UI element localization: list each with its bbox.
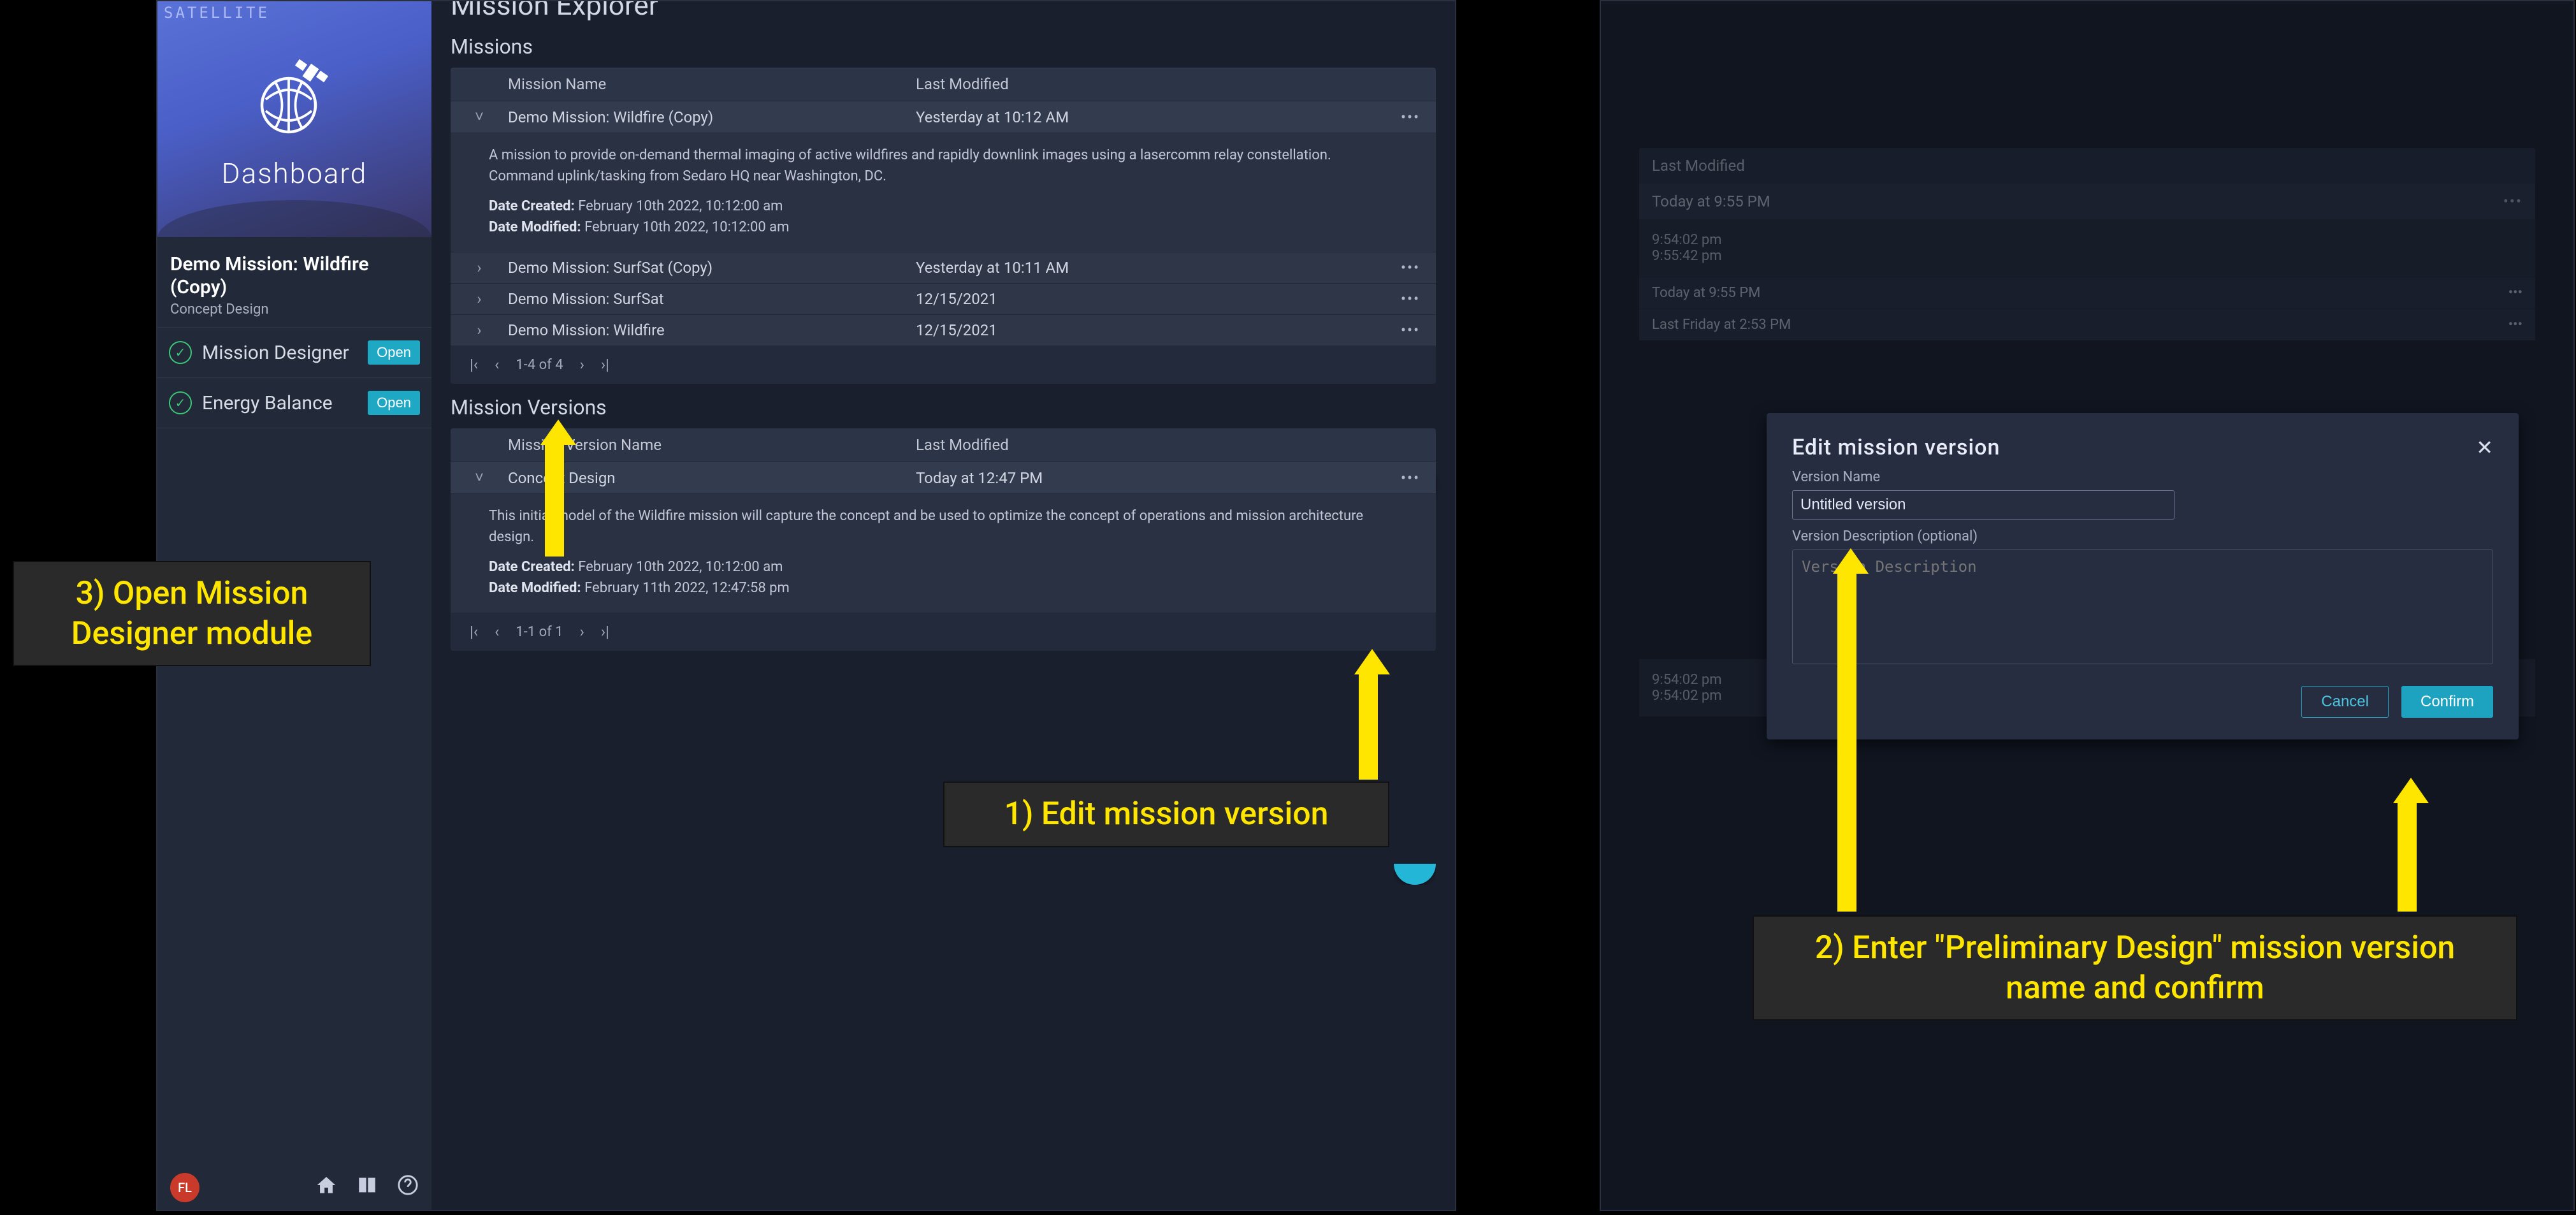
page-title: Mission Explorer xyxy=(451,1,1436,22)
module-label: Mission Designer xyxy=(202,342,358,363)
annotation-1: 1) Edit mission version xyxy=(943,782,1389,847)
module-mission-designer: ✓ Mission Designer Open xyxy=(157,328,431,378)
open-mission-designer-button[interactable]: Open xyxy=(368,340,420,365)
pager-prev-icon[interactable]: ‹ xyxy=(495,356,499,374)
table-row[interactable]: ˅ Concept Design Today at 12:47 PM ••• xyxy=(451,462,1436,493)
collapse-icon[interactable]: ˅ xyxy=(451,108,508,126)
missions-pager: |‹ ‹ 1-4 of 4 › ›| xyxy=(451,346,1436,384)
arrow-icon xyxy=(2393,778,2421,912)
expand-icon[interactable]: › xyxy=(451,259,508,277)
pager-range: 1-1 of 1 xyxy=(516,624,563,640)
edit-version-window: Last Modified Today at 9:55 PM ••• 9:54:… xyxy=(1600,0,2575,1211)
expand-icon[interactable]: › xyxy=(451,290,508,308)
arrow-icon xyxy=(540,419,568,557)
pager-range: 1-4 of 4 xyxy=(516,357,563,373)
versions-table: Mission Version Name Last Modified ˅ Con… xyxy=(451,428,1436,651)
missions-section-title: Missions xyxy=(451,34,1436,59)
confirm-button[interactable]: Confirm xyxy=(2401,686,2493,718)
version-desc-label: Version Description (optional) xyxy=(1792,528,2493,544)
module-energy-balance: ✓ Energy Balance Open xyxy=(157,378,431,428)
globe-satellite-icon xyxy=(243,48,345,150)
pager-next-icon[interactable]: › xyxy=(580,623,584,641)
book-icon[interactable] xyxy=(356,1174,378,1201)
col-mission-name: Mission Name xyxy=(508,75,916,93)
close-icon[interactable]: ✕ xyxy=(2476,435,2493,460)
missions-table: Mission Name Last Modified ˅ Demo Missio… xyxy=(451,68,1436,384)
versions-pager: |‹ ‹ 1-1 of 1 › ›| xyxy=(451,613,1436,651)
table-row[interactable]: ˅ Demo Mission: Wildfire (Copy) Yesterda… xyxy=(451,101,1436,133)
version-desc-input[interactable] xyxy=(1792,549,2493,664)
module-label: Energy Balance xyxy=(202,393,358,414)
pager-first-icon[interactable]: |‹ xyxy=(470,356,478,374)
main-content: Mission Explorer Missions Mission Name L… xyxy=(431,1,1455,1210)
open-energy-balance-button[interactable]: Open xyxy=(368,391,420,415)
current-mission-name: Demo Mission: Wildfire (Copy) xyxy=(170,253,419,299)
table-row[interactable]: › Demo Mission: Wildfire 12/15/2021 ••• xyxy=(451,314,1436,346)
home-icon[interactable] xyxy=(315,1174,337,1201)
dashboard-title: Dashboard xyxy=(222,157,367,190)
pager-prev-icon[interactable]: ‹ xyxy=(495,623,499,641)
missions-table-header: Mission Name Last Modified xyxy=(451,68,1436,101)
cancel-button[interactable]: Cancel xyxy=(2301,686,2389,718)
sidebar-header: Satellite Dashboard xyxy=(157,1,431,237)
version-name-input[interactable] xyxy=(1792,490,2174,520)
arrow-icon xyxy=(1354,649,1382,780)
expand-icon[interactable]: › xyxy=(451,321,508,339)
check-icon: ✓ xyxy=(169,341,192,364)
current-mission-version: Concept Design xyxy=(170,302,419,317)
help-icon[interactable] xyxy=(397,1174,419,1201)
row-actions-icon[interactable]: ••• xyxy=(1385,108,1436,126)
satellite-label: Satellite xyxy=(164,4,270,22)
arrow-icon xyxy=(1833,548,1861,912)
version-detail: This initial model of the Wildfire missi… xyxy=(451,493,1436,613)
version-name-label: Version Name xyxy=(1792,469,2493,485)
annotation-3: 3) Open Mission Designer module xyxy=(13,561,371,666)
col-last-modified: Last Modified xyxy=(916,436,1385,454)
mission-detail: A mission to provide on-demand thermal i… xyxy=(451,133,1436,252)
current-mission-block: Demo Mission: Wildfire (Copy) Concept De… xyxy=(157,237,431,328)
edit-mission-version-dialog: Edit mission version ✕ Version Name Vers… xyxy=(1767,413,2519,739)
collapse-icon[interactable]: ˅ xyxy=(451,469,508,487)
col-last-modified: Last Modified xyxy=(916,75,1385,93)
row-actions-icon[interactable]: ••• xyxy=(1385,290,1436,308)
pager-next-icon[interactable]: › xyxy=(580,356,584,374)
check-icon: ✓ xyxy=(169,391,192,414)
add-version-button[interactable] xyxy=(1394,843,1436,885)
dialog-title: Edit mission version xyxy=(1792,435,2000,460)
table-row[interactable]: › Demo Mission: SurfSat 12/15/2021 ••• xyxy=(451,283,1436,314)
versions-table-header: Mission Version Name Last Modified xyxy=(451,428,1436,462)
pager-last-icon[interactable]: ›| xyxy=(601,356,609,374)
versions-section-title: Mission Versions xyxy=(451,395,1436,419)
annotation-2: 2) Enter "Preliminary Design" mission ve… xyxy=(1753,915,2517,1021)
row-actions-icon[interactable]: ••• xyxy=(1385,259,1436,277)
sidebar-footer: FL xyxy=(157,1165,431,1210)
row-actions-icon[interactable]: ••• xyxy=(1385,469,1436,487)
pager-first-icon[interactable]: |‹ xyxy=(470,623,478,641)
table-row[interactable]: › Demo Mission: SurfSat (Copy) Yesterday… xyxy=(451,252,1436,283)
row-actions-icon[interactable]: ••• xyxy=(1385,321,1436,339)
pager-last-icon[interactable]: ›| xyxy=(601,623,609,641)
avatar[interactable]: FL xyxy=(170,1173,199,1202)
